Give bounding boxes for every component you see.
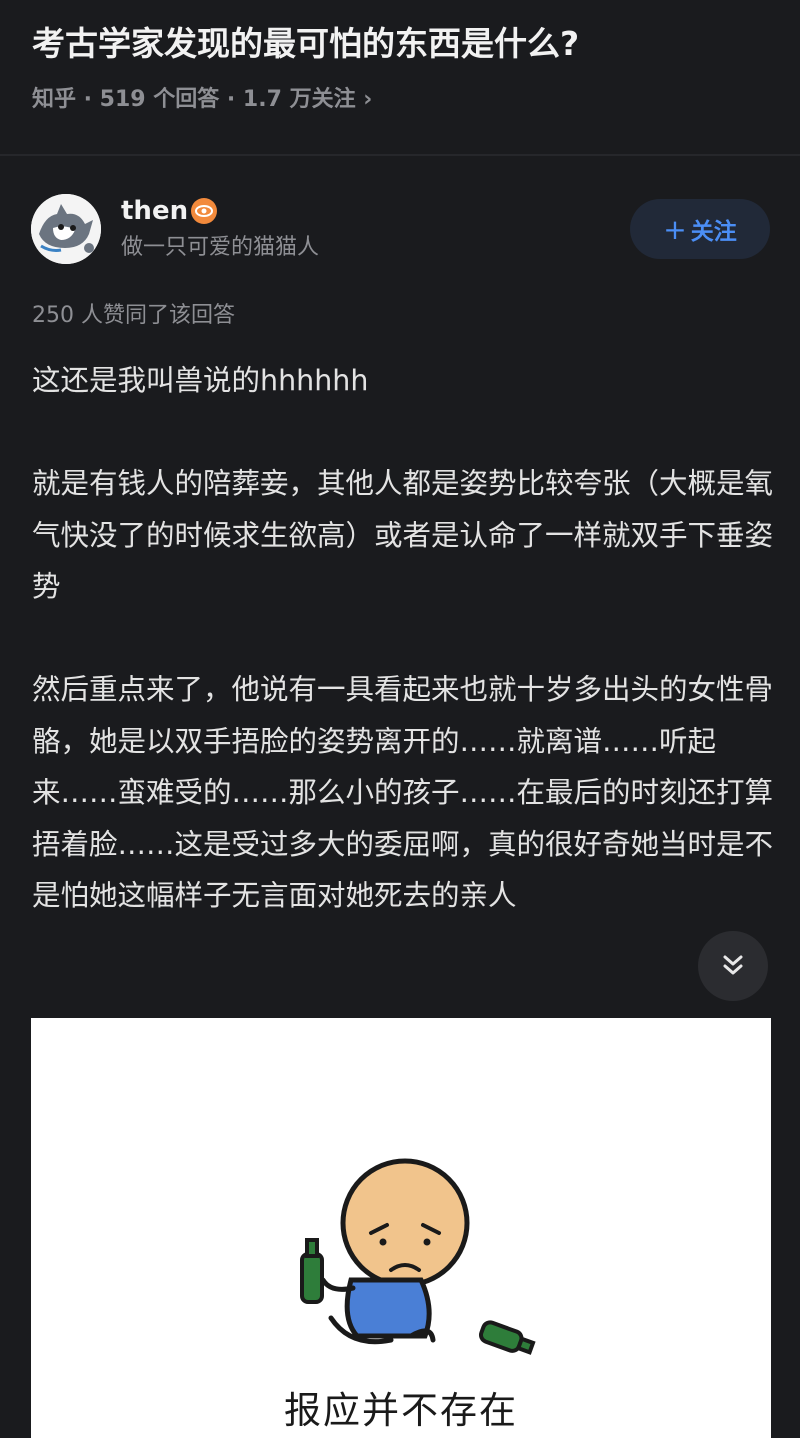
answer-paragraph: 这还是我叫兽说的hhhhhh	[32, 364, 369, 397]
question-meta[interactable]: 知乎 · 519 个回答 · 1.7 万关注 ›	[32, 84, 372, 116]
answer-paragraph: 就是有钱人的陪葬妾，其他人都是姿势比较夸张（大概是氧气快没了的时候求生欲高）或者…	[32, 467, 774, 603]
question-header: 考古学家发现的最可怕的东西是什么? 知乎 · 519 个回答 · 1.7 万关注…	[0, 0, 800, 154]
answer-body: 这还是我叫兽说的hhhhhh 就是有钱人的陪葬妾，其他人都是姿势比较夸张（大概是…	[32, 355, 777, 922]
sad-cartoon-image	[300, 1158, 536, 1355]
answer-image[interactable]: 报应并不存在	[31, 1018, 771, 1438]
vote-count: 250 人赞同了该回答	[32, 303, 235, 328]
divider	[0, 154, 800, 156]
follow-button[interactable]: + 关注	[630, 199, 770, 259]
follow-label: 关注	[690, 219, 737, 245]
cat-avatar-icon	[31, 194, 101, 264]
author-bio: 做一只可爱的猫猫人	[121, 235, 320, 260]
avatar[interactable]	[31, 194, 101, 264]
plus-icon: +	[663, 212, 687, 246]
question-title[interactable]: 考古学家发现的最可怕的东西是什么?	[32, 20, 772, 68]
image-caption: 报应并不存在	[284, 1389, 518, 1432]
author-name[interactable]: then	[121, 194, 188, 228]
collapse-button[interactable]	[698, 931, 768, 1001]
eye-badge-icon	[191, 198, 217, 224]
double-chevron-down-icon	[723, 955, 743, 975]
answer-paragraph: 然后重点来了，他说有一具看起来也就十岁多出头的女性骨骼，她是以双手捂脸的姿势离开…	[32, 673, 774, 912]
